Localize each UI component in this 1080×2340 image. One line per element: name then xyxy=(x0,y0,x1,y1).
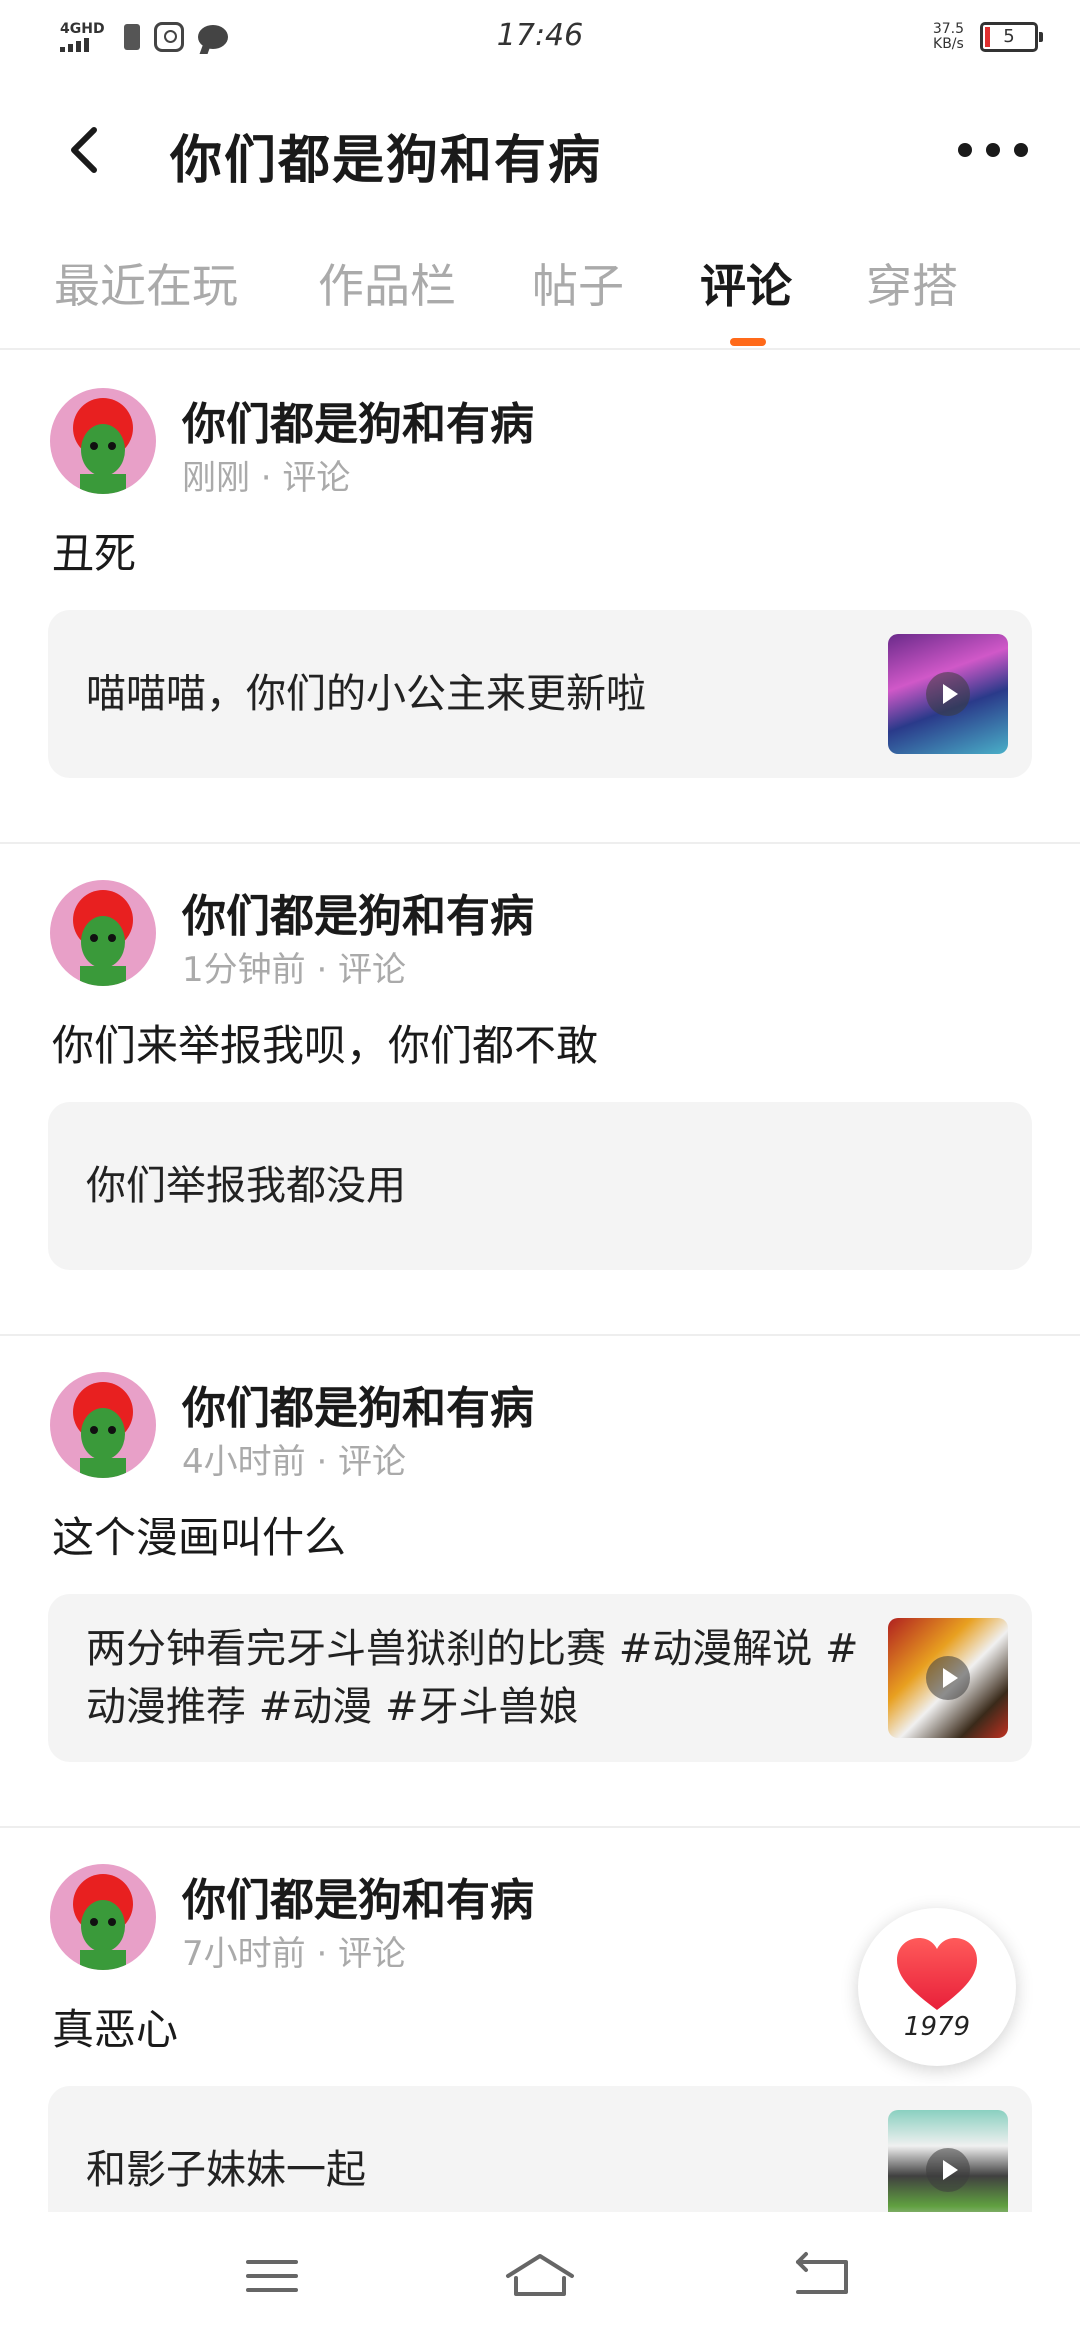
referenced-post-card[interactable]: 和影子妹妹一起 xyxy=(48,2086,1032,2212)
like-count: 1979 xyxy=(903,2012,971,2042)
comment-meta: 4小时前 · 评论 xyxy=(182,1442,407,1482)
comment-text: 真恶心 xyxy=(52,2005,179,2054)
referenced-post-card[interactable]: 两分钟看完牙斗兽狱刹的比赛 #动漫解说 #动漫推荐 #动漫 #牙斗兽娘 xyxy=(48,1594,1032,1762)
avatar[interactable] xyxy=(50,388,156,494)
referenced-post-card[interactable]: 喵喵喵，你们的小公主来更新啦 xyxy=(48,610,1032,778)
back-nav-button[interactable] xyxy=(784,2246,864,2306)
comment-meta: 7小时前 · 评论 xyxy=(182,1934,407,1974)
comment-meta: 刚刚 · 评论 xyxy=(182,458,351,498)
system-nav-bar xyxy=(0,2212,1080,2340)
author-name[interactable]: 你们都是狗和有病 xyxy=(182,388,534,452)
comment-item: 你们都是狗和有病 4小时前 · 评论 这个漫画叫什么 两分钟看完牙斗兽狱刹的比赛… xyxy=(0,1336,1080,1828)
home-icon xyxy=(506,2254,574,2296)
referenced-post-text: 喵喵喵，你们的小公主来更新啦 xyxy=(86,671,646,717)
referenced-post-text: 你们举报我都没用 xyxy=(86,1163,406,1209)
back-button[interactable] xyxy=(60,122,110,178)
status-time: 17:46 xyxy=(496,18,584,53)
tab-outfits[interactable]: 穿搭 xyxy=(866,250,958,316)
comment-text: 你们来举报我呗，你们都不敢 xyxy=(52,1021,599,1070)
tab-comments[interactable]: 评论 xyxy=(700,250,792,316)
back-icon xyxy=(796,2252,848,2294)
play-icon xyxy=(926,1656,970,1700)
network-speed-value: 37.5 xyxy=(932,21,964,37)
referenced-post-card[interactable]: 你们举报我都没用 xyxy=(48,1102,1032,1270)
referenced-post-text: 和影子妹妹一起 xyxy=(86,2147,366,2193)
header: 你们都是狗和有病 xyxy=(0,100,1080,200)
home-button[interactable] xyxy=(500,2246,580,2306)
chevron-left-icon xyxy=(71,127,97,173)
referenced-post-text: 两分钟看完牙斗兽狱刹的比赛 #动漫解说 #动漫推荐 #动漫 #牙斗兽娘 xyxy=(86,1626,859,1730)
comment-meta: 1分钟前 · 评论 xyxy=(182,950,407,990)
battery-icon: 5 xyxy=(980,22,1043,52)
comment-text: 这个漫画叫什么 xyxy=(52,1513,347,1562)
video-thumbnail[interactable] xyxy=(888,2110,1008,2212)
play-icon xyxy=(926,672,970,716)
tab-works[interactable]: 作品栏 xyxy=(318,250,456,316)
video-thumbnail[interactable] xyxy=(888,634,1008,754)
battery-level: 5 xyxy=(1003,26,1015,47)
author-name[interactable]: 你们都是狗和有病 xyxy=(182,1372,534,1436)
tab-posts[interactable]: 帖子 xyxy=(532,250,624,316)
menu-button[interactable] xyxy=(232,2246,312,2306)
play-icon xyxy=(926,2148,970,2192)
avatar[interactable] xyxy=(50,1864,156,1970)
status-bar: 4GHD 17:46 37.5 KB/s 5 xyxy=(0,0,1080,80)
comment-text: 丑死 xyxy=(52,529,137,578)
network-speed: 37.5 KB/s xyxy=(933,22,964,52)
status-icons-right: 37.5 KB/s 5 xyxy=(933,22,1043,52)
author-name[interactable]: 你们都是狗和有病 xyxy=(182,880,534,944)
more-button[interactable] xyxy=(958,128,1028,172)
network-speed-unit: KB/s xyxy=(933,36,964,52)
heart-icon xyxy=(897,1938,977,2010)
video-thumbnail[interactable] xyxy=(888,1618,1008,1738)
comment-item: 你们都是狗和有病 刚刚 · 评论 丑死 喵喵喵，你们的小公主来更新啦 xyxy=(0,352,1080,844)
avatar[interactable] xyxy=(50,880,156,986)
more-horizontal-icon xyxy=(958,143,972,157)
page-title: 你们都是狗和有病 xyxy=(170,131,603,191)
menu-icon xyxy=(246,2260,298,2292)
like-button[interactable]: 1979 xyxy=(858,1908,1016,2066)
active-tab-indicator xyxy=(730,338,766,346)
author-name[interactable]: 你们都是狗和有病 xyxy=(182,1864,534,1928)
tab-bar: 最近在玩 作品栏 帖子 评论 穿搭 xyxy=(0,240,1080,350)
comment-item: 你们都是狗和有病 1分钟前 · 评论 你们来举报我呗，你们都不敢 你们举报我都没… xyxy=(0,844,1080,1336)
avatar[interactable] xyxy=(50,1372,156,1478)
tab-recently-played[interactable]: 最近在玩 xyxy=(54,250,238,316)
